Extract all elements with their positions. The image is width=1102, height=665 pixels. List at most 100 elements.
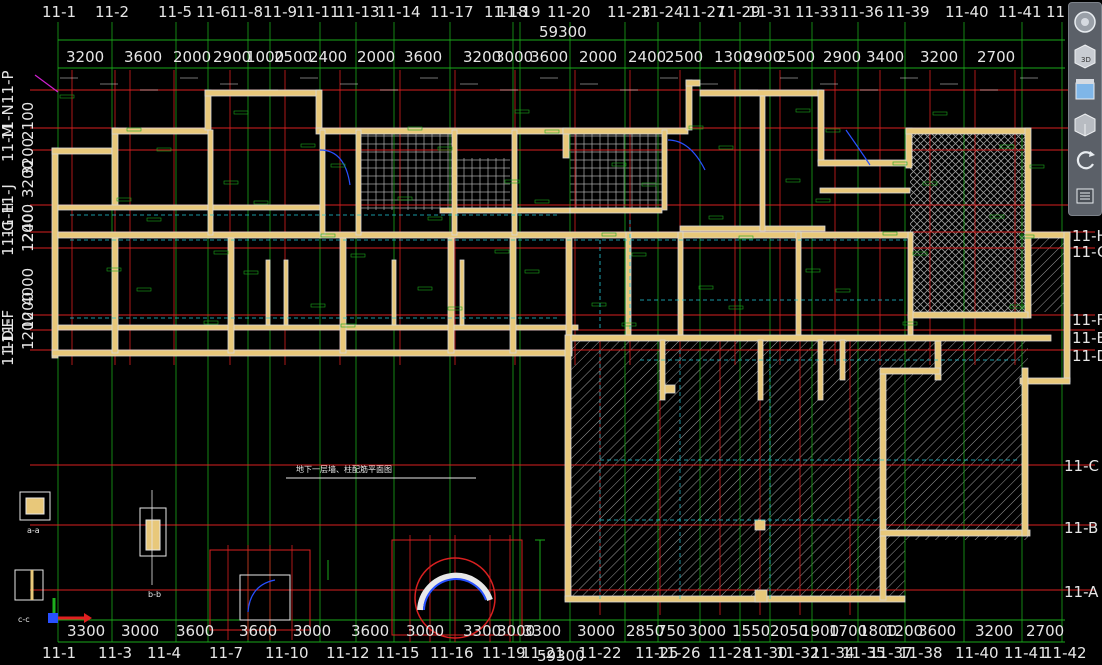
wall-segment <box>315 89 323 131</box>
dimension-label-bottom: 750 <box>657 622 686 640</box>
dimension-label-top: 3600 <box>404 48 443 66</box>
axis-label-top: 11-41 <box>998 3 1042 21</box>
axis-label-top: 11-39 <box>886 3 930 21</box>
dimension-label-bottom: 3600 <box>918 622 957 640</box>
annotation-tag <box>233 110 249 115</box>
axis-label-bottom: 11-38 <box>899 644 943 662</box>
cad-drawing-canvas[interactable] <box>0 0 1102 664</box>
dimension-label-top: 2000 <box>357 48 396 66</box>
annotation-tag <box>932 111 948 116</box>
dimension-label-bottom: 3000 <box>293 622 332 640</box>
dimension-label-left: 3200 <box>19 137 37 176</box>
wall-segment <box>759 95 766 232</box>
wall-segment <box>57 231 914 239</box>
axis-label-bottom: 11-16 <box>430 644 474 662</box>
wall-segment <box>817 89 825 163</box>
wall-segment <box>1021 367 1029 537</box>
section-label-b: b-b <box>148 590 162 599</box>
wall-segment <box>355 129 362 236</box>
annotation-tag <box>708 215 724 220</box>
row-label-left: 11-D <box>0 329 17 366</box>
hatched-slab <box>565 335 1050 600</box>
row-label-right: 11-B <box>1064 519 1099 537</box>
dimension-label-top: 3600 <box>124 48 163 66</box>
dimension-label-top: 2400 <box>628 48 667 66</box>
dimension-label-bottom: 1550 <box>732 622 771 640</box>
axis-label-top: 11-40 <box>945 3 989 21</box>
wall-segment <box>817 339 824 401</box>
wall-segment <box>319 129 326 236</box>
annotation-tag <box>514 109 530 114</box>
dimension-label-top: 2500 <box>274 48 313 66</box>
annotation-tag <box>1029 164 1045 169</box>
axis-label-bottom: 11-42 <box>1043 644 1087 662</box>
dimension-label-top: 2900 <box>823 48 862 66</box>
dimension-label-left: 2400 <box>19 203 37 242</box>
annotation-tag <box>534 199 550 204</box>
axis-label-bottom: 11-15 <box>376 644 420 662</box>
wall-segment <box>754 589 768 603</box>
annotation-tag <box>300 143 316 148</box>
wall-segment <box>439 207 571 214</box>
wall-segment <box>819 187 911 194</box>
dimension-label-bottom: 3000 <box>121 622 160 640</box>
annotation-tag <box>815 198 831 203</box>
floor-plan-drawing[interactable] <box>0 0 1102 664</box>
annotation-tag <box>116 197 132 202</box>
view-cube-3d-icon[interactable]: 3D <box>1072 41 1098 71</box>
wall-segment <box>564 334 572 601</box>
axis-label-top: 11-31 <box>748 3 792 21</box>
axis-label-bottom: 11-12 <box>326 644 370 662</box>
annotation-tag <box>494 249 510 254</box>
annotation-tag <box>330 163 346 168</box>
steering-wheel-icon[interactable] <box>1072 7 1098 37</box>
show-motion-icon[interactable] <box>1072 181 1098 211</box>
wall-segment <box>564 595 906 603</box>
row-label-right: 11-C <box>1064 457 1099 475</box>
wall-segment <box>339 237 347 354</box>
dimension-label-bottom: 3000 <box>688 622 727 640</box>
grid-area-2 <box>455 158 510 208</box>
dimension-label-top: 2400 <box>309 48 348 66</box>
wall-segment <box>204 89 321 97</box>
annotation-tag <box>223 180 239 185</box>
wall-segment <box>51 147 59 359</box>
axis-label-top: 11-36 <box>840 3 884 21</box>
pan-icon[interactable] <box>1072 75 1098 105</box>
row-label-right: 11-H <box>1072 227 1102 245</box>
wall-segment <box>459 259 465 326</box>
dimension-label-bottom: 3000 <box>406 622 445 640</box>
dimension-label-bottom: 3200 <box>975 622 1014 640</box>
annotation-tag <box>591 302 607 307</box>
wall-segment <box>447 237 455 354</box>
wall-segment <box>1063 231 1071 383</box>
annotation-tag <box>728 305 744 310</box>
bottom-total-dimension: 59300 <box>537 647 585 665</box>
dimension-label-top: 3200 <box>920 48 959 66</box>
grid-area-1 <box>360 130 452 210</box>
annotation-tag <box>795 108 811 113</box>
row-label-left: 11-P <box>0 70 17 104</box>
dimension-label-top: 2500 <box>665 48 704 66</box>
wall-segment <box>51 349 573 357</box>
annotation-tag <box>417 286 433 291</box>
axis-label-top: 11-19 <box>497 3 541 21</box>
axis-label-top: 11-9 <box>263 3 298 21</box>
orbit-icon[interactable] <box>1072 145 1098 175</box>
annotation-tag <box>718 145 734 150</box>
detail-red-2 <box>391 539 523 636</box>
axis-label-top: 11-5 <box>158 3 193 21</box>
dimension-label-bottom: 3600 <box>176 622 215 640</box>
axis-label-top: 11-2 <box>95 3 130 21</box>
wall-segment <box>879 369 887 601</box>
zoom-icon[interactable] <box>1072 109 1098 139</box>
annotation-tag <box>156 147 172 152</box>
axis-label-bottom: 11-1 <box>42 644 77 662</box>
annotation-tag <box>146 217 162 222</box>
dimension-label-bottom: 3300 <box>463 622 502 640</box>
detail-b-core <box>145 519 161 551</box>
annotation-tag <box>350 253 366 258</box>
dimension-label-left: 2100 <box>19 101 37 140</box>
axis-label-top: 11-11 <box>296 3 340 21</box>
annotation-tag <box>136 287 152 292</box>
